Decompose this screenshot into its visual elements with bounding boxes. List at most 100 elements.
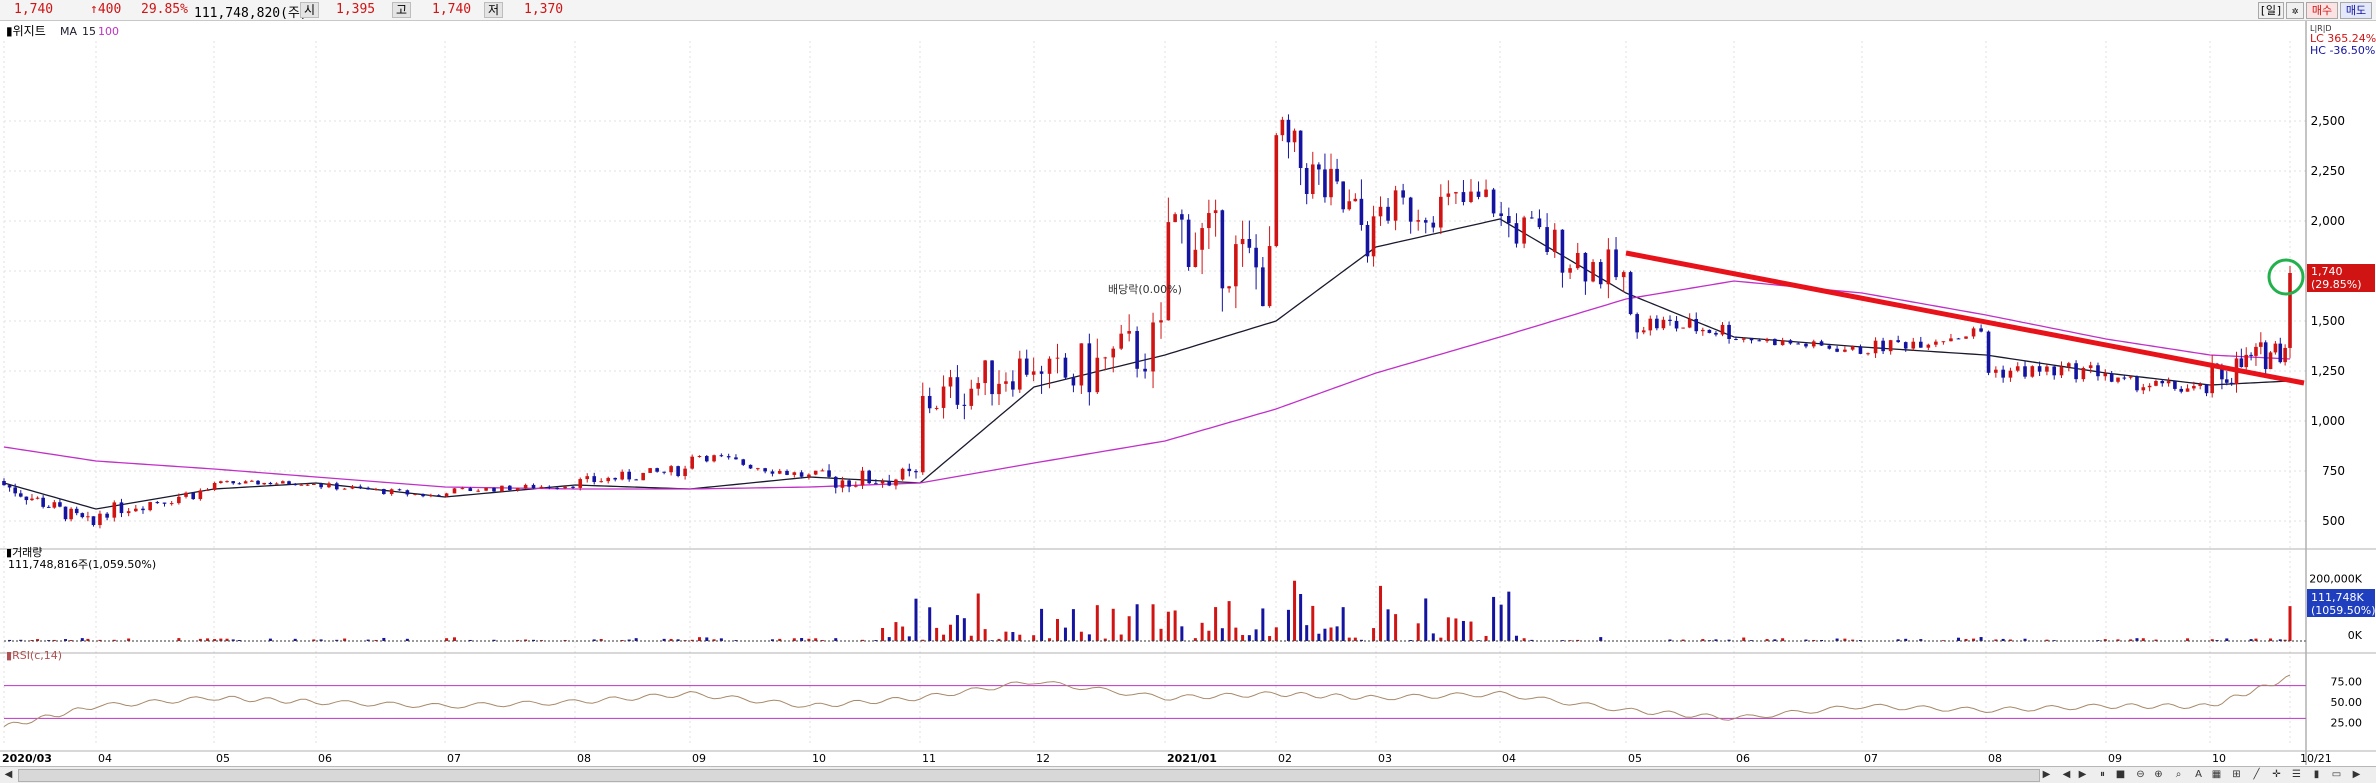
ruler-tool-icon[interactable]: ⊞ (2230, 768, 2243, 781)
candle-body (2122, 377, 2127, 379)
volume-bar (1323, 628, 1327, 641)
x-tick-label: 07 (447, 752, 461, 765)
candle-body (1386, 206, 1390, 221)
search-icon[interactable]: ⌕ (2172, 768, 2185, 781)
scroll-left-icon[interactable]: ◀ (2, 768, 15, 781)
x-tick-label: 09 (692, 752, 706, 765)
candle-body (1039, 371, 1044, 374)
chart-tool-icon[interactable]: ▦ (2210, 768, 2223, 781)
volume-bar (894, 622, 898, 641)
volume-bar (1311, 605, 1315, 641)
volume-zero-label: 0K (2348, 629, 2363, 642)
candle-body (1267, 246, 1272, 307)
x-tick-label: 06 (1736, 752, 1750, 765)
candle-body (219, 481, 223, 484)
candle-body (225, 481, 229, 483)
settings-icon[interactable]: ✲ (2286, 2, 2304, 19)
volume-bar (1018, 634, 1022, 641)
candle-body (1499, 213, 1503, 217)
candle-body (2259, 342, 2263, 347)
candle-body (2254, 346, 2258, 356)
period-day-button[interactable]: [일] (2258, 2, 2284, 19)
candle-body (1514, 223, 1519, 244)
sell-button[interactable]: 매도 (2340, 2, 2372, 19)
candle-body (1780, 340, 1785, 346)
volume-max-label: 200,000K (2309, 573, 2362, 586)
candle-body (374, 488, 378, 490)
candle-body (1661, 319, 1666, 329)
volume-tag-pct: (1059.50%) (2311, 604, 2376, 617)
candle-body (1888, 340, 1893, 352)
stock-chart[interactable]: 5007501,0001,2501,5001,7502,0002,2502,50… (0, 21, 2376, 765)
scroll-right-icon[interactable]: ▶ (2040, 768, 2053, 781)
candle-body (2081, 367, 2086, 380)
candle-body (1552, 229, 1557, 252)
volume-bar (1079, 631, 1083, 641)
candle-body (1918, 341, 1923, 348)
price-change-pct: 29.85% (141, 2, 188, 17)
y-tick-label: 1,250 (2311, 364, 2345, 378)
candle-body (1220, 210, 1225, 289)
candle-body (1103, 357, 1108, 359)
candle-body (1606, 249, 1611, 285)
nav-stop-icon[interactable]: ■ (2114, 768, 2127, 781)
volume-bar (1254, 629, 1258, 641)
candle-body (212, 483, 217, 490)
candle-body (429, 495, 433, 497)
candle-body (1159, 320, 1163, 323)
volume-bar (1004, 631, 1008, 641)
candle-body (627, 471, 631, 480)
volume-bar (1347, 637, 1351, 641)
volume-bar (1742, 637, 1746, 641)
volume-bar (1055, 618, 1059, 641)
candle-body (2059, 366, 2064, 376)
nav-prev-icon[interactable]: ◀ (2060, 768, 2073, 781)
candle-body (74, 508, 79, 514)
candle-body (2147, 385, 2152, 388)
candle-body (1193, 249, 1198, 267)
candle-body (1261, 267, 1265, 307)
candle-body (1353, 198, 1358, 202)
candle-body (880, 481, 885, 484)
candle-body (52, 502, 57, 508)
candle-body (281, 481, 285, 484)
candle-body (2198, 384, 2203, 387)
volume-bar (1111, 608, 1115, 641)
candle-body (2023, 366, 2027, 377)
candle-body (585, 476, 590, 480)
candle-body (13, 487, 17, 494)
zoom-in-icon[interactable]: ⊕ (2152, 768, 2165, 781)
bar-chart-icon[interactable]: ▮ (2310, 768, 2323, 781)
line-tool-icon[interactable]: ╱ (2250, 768, 2263, 781)
text-tool-icon[interactable]: A (2192, 768, 2205, 781)
crosshair-icon[interactable]: ✛ (2270, 768, 2283, 781)
candle-body (1843, 349, 1847, 352)
scroll-track[interactable] (18, 769, 2040, 782)
volume-bar (1461, 620, 1465, 641)
volume-bar (1379, 585, 1383, 641)
scroll-bar[interactable]: ◀ ▶ ◀ ▶ ⏸ ■ ⊖ ⊕ ⌕ A ▦ ⊞ ╱ ✛ ☰ ▮ ▭ ▶ (0, 766, 2376, 783)
candle-body (134, 508, 138, 512)
dividend-annotation: 배당락(0.00%) (1108, 283, 1182, 296)
candle-body (1741, 338, 1746, 340)
volume-bar (887, 637, 891, 641)
nav-pause-icon[interactable]: ⏸ (2096, 768, 2109, 781)
candle-body (1286, 119, 1291, 143)
buy-button[interactable]: 매수 (2306, 2, 2338, 19)
volume-bar (935, 627, 939, 641)
candle-body (1151, 322, 1155, 372)
x-tick-label: 12 (1036, 752, 1050, 765)
window-icon[interactable]: ▭ (2330, 768, 2343, 781)
zoom-out-icon[interactable]: ⊖ (2134, 768, 2147, 781)
x-tick-label: 08 (1988, 752, 2002, 765)
x-tick-label: 10 (2212, 752, 2226, 765)
scroll-end-icon[interactable]: ▶ (2350, 768, 2363, 781)
nav-play-icon[interactable]: ▶ (2076, 768, 2089, 781)
candle-body (63, 506, 68, 520)
candle-body (1431, 222, 1436, 228)
list-icon[interactable]: ☰ (2290, 768, 2303, 781)
volume-value: 111,748,820(주) (194, 6, 308, 21)
candle-body (1079, 343, 1084, 386)
candle-body (1461, 192, 1466, 203)
volume-bar (1514, 635, 1518, 641)
